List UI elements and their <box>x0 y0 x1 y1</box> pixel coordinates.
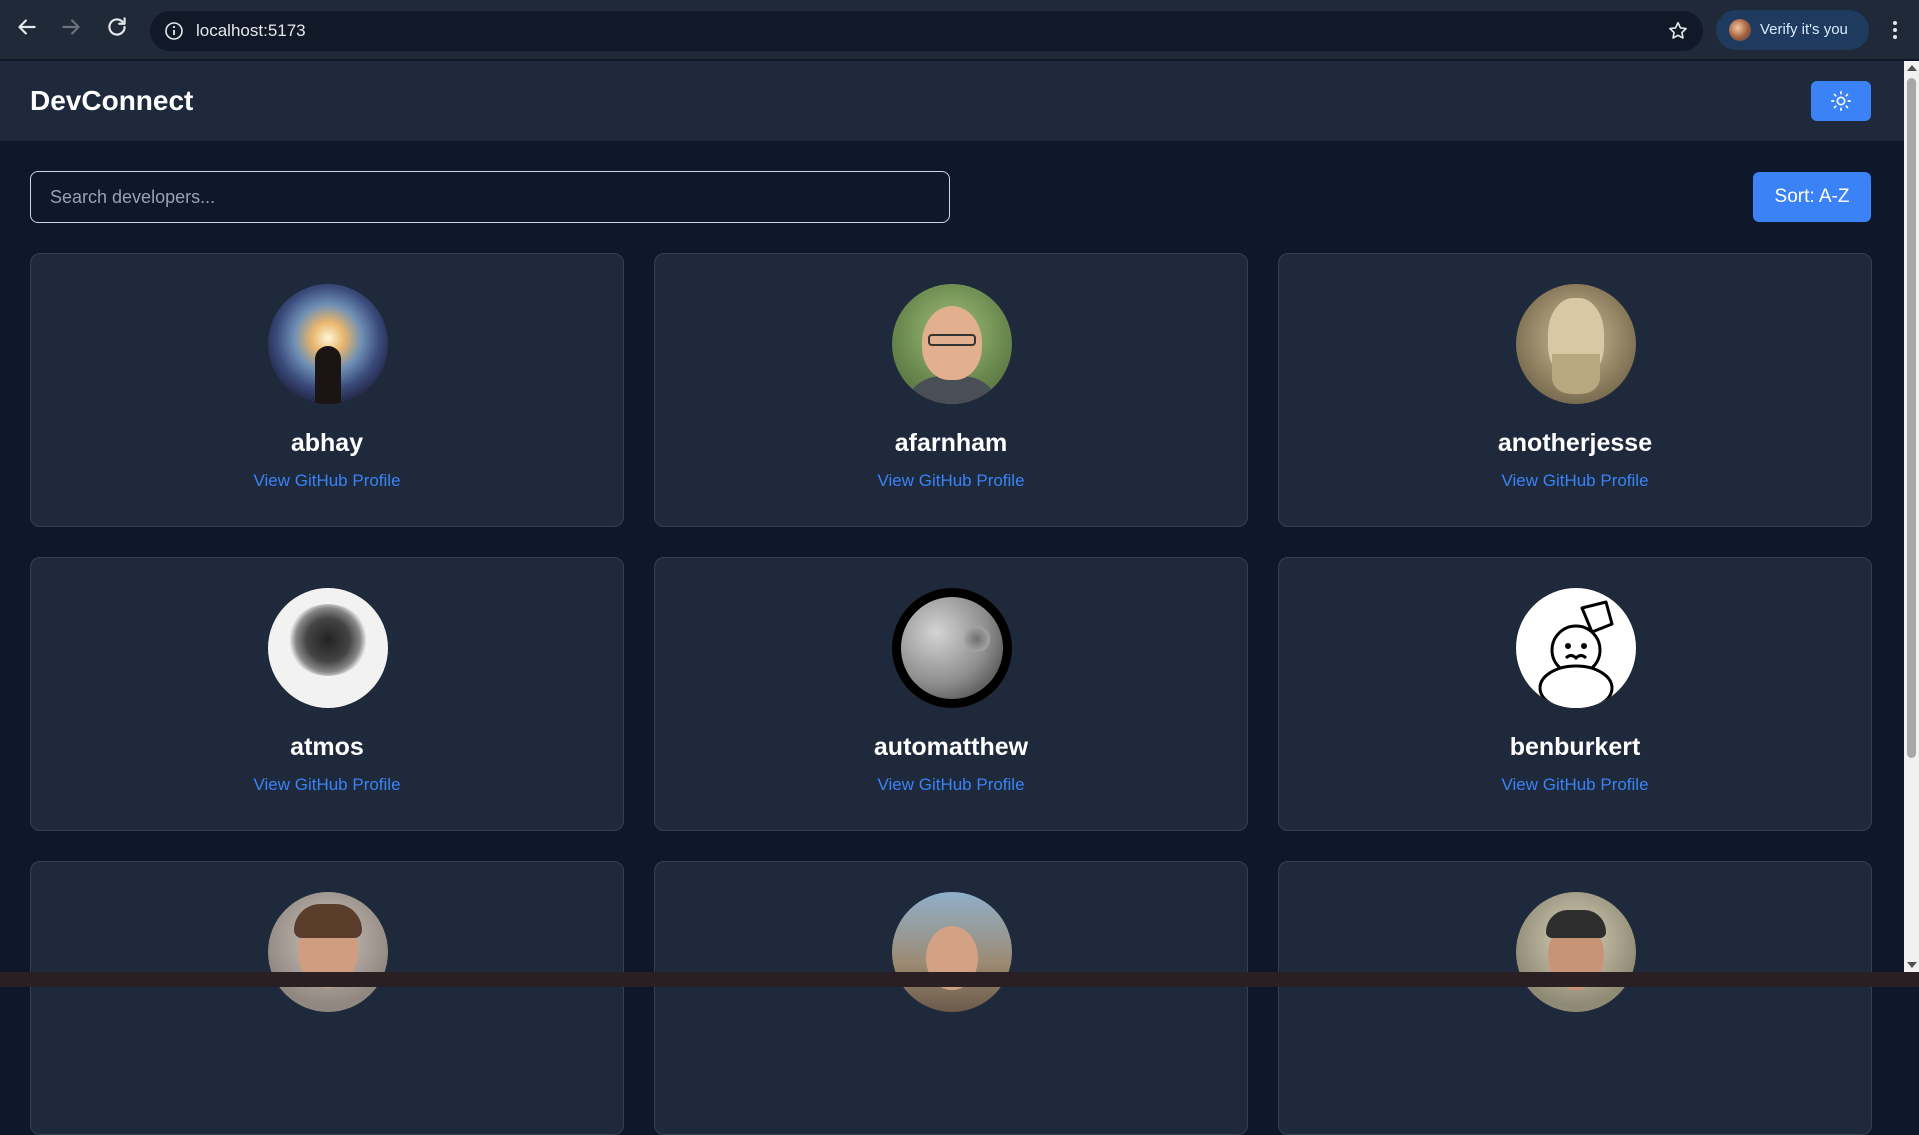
sort-button[interactable]: Sort: A-Z <box>1753 172 1871 222</box>
github-profile-link[interactable]: View GitHub Profile <box>1279 471 1871 491</box>
developer-card: atmos View GitHub Profile <box>30 557 624 831</box>
snowman-icon <box>1538 600 1614 708</box>
developer-grid: abhay View GitHub Profile afarnham View … <box>30 253 1872 1135</box>
avatar <box>892 892 1012 1012</box>
avatar <box>268 588 388 708</box>
github-profile-link[interactable]: View GitHub Profile <box>1279 775 1871 795</box>
developer-username: automatthew <box>873 733 1029 761</box>
verify-account-button[interactable]: Verify it's you <box>1716 10 1869 50</box>
verify-label: Verify it's you <box>1760 21 1848 38</box>
github-profile-link[interactable]: View GitHub Profile <box>655 471 1247 491</box>
app-header: DevConnect <box>0 61 1904 141</box>
url-text: localhost:5173 <box>196 21 306 40</box>
back-arrow-icon[interactable] <box>14 14 40 40</box>
site-info-icon[interactable] <box>164 21 184 41</box>
avatar <box>892 284 1012 404</box>
scroll-down-icon[interactable] <box>1907 962 1917 968</box>
developer-card <box>654 861 1248 1135</box>
developer-card <box>30 861 624 1135</box>
developer-username: afarnham <box>894 429 1008 457</box>
github-profile-link[interactable]: View GitHub Profile <box>31 775 623 795</box>
avatar <box>268 284 388 404</box>
developer-card: afarnham View GitHub Profile <box>654 253 1248 527</box>
avatar <box>892 588 1012 708</box>
developer-card: automatthew View GitHub Profile <box>654 557 1248 831</box>
os-taskbar <box>0 972 1919 987</box>
developer-username: benburkert <box>1509 733 1641 761</box>
avatar <box>268 892 388 1012</box>
developer-card: abhay View GitHub Profile <box>30 253 624 527</box>
github-profile-link[interactable]: View GitHub Profile <box>31 471 623 491</box>
page-scrollbar[interactable] <box>1904 61 1919 972</box>
browser-toolbar: localhost:5173 Verify it's you <box>0 0 1919 60</box>
avatar <box>1516 892 1636 1012</box>
developer-username: atmos <box>290 733 364 761</box>
browser-menu-icon[interactable] <box>1884 18 1906 42</box>
app-title: DevConnect <box>30 85 194 116</box>
avatar <box>1516 284 1636 404</box>
developer-card: anotherjesse View GitHub Profile <box>1278 253 1872 527</box>
forward-arrow-icon[interactable] <box>58 14 84 40</box>
scrollbar-thumb[interactable] <box>1907 78 1916 758</box>
search-input[interactable] <box>30 171 950 223</box>
avatar <box>1516 588 1636 708</box>
scroll-up-icon[interactable] <box>1907 65 1917 71</box>
theme-toggle-button[interactable] <box>1811 81 1871 121</box>
sun-icon <box>1831 91 1851 111</box>
developer-username: anotherjesse <box>1497 429 1653 457</box>
github-profile-link[interactable]: View GitHub Profile <box>655 775 1247 795</box>
developer-card <box>1278 861 1872 1135</box>
reload-icon[interactable] <box>104 14 130 40</box>
developer-card: benburkert View GitHub Profile <box>1278 557 1872 831</box>
bookmark-star-icon[interactable] <box>1667 20 1689 42</box>
address-bar[interactable]: localhost:5173 <box>150 11 1703 51</box>
account-avatar <box>1729 19 1751 41</box>
developer-username: abhay <box>290 429 364 457</box>
